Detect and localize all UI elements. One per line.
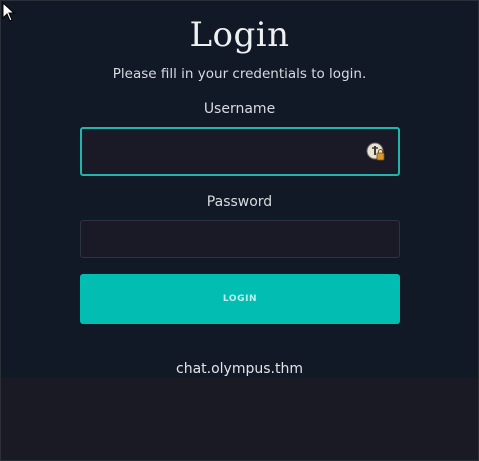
login-button[interactable]: LOGIN (80, 274, 400, 324)
username-field[interactable] (80, 127, 400, 176)
password-field[interactable] (80, 220, 400, 258)
password-label: Password (206, 194, 273, 210)
login-window: Login Please fill in your credentials to… (0, 0, 479, 461)
page-title: Login (189, 15, 290, 55)
username-label: Username (203, 101, 276, 117)
domain-text: chat.olympus.thm (176, 361, 303, 377)
password-manager-key-icon[interactable] (366, 142, 386, 162)
footer-area (1, 377, 478, 460)
page-subtitle: Please fill in your credentials to login… (112, 66, 367, 82)
